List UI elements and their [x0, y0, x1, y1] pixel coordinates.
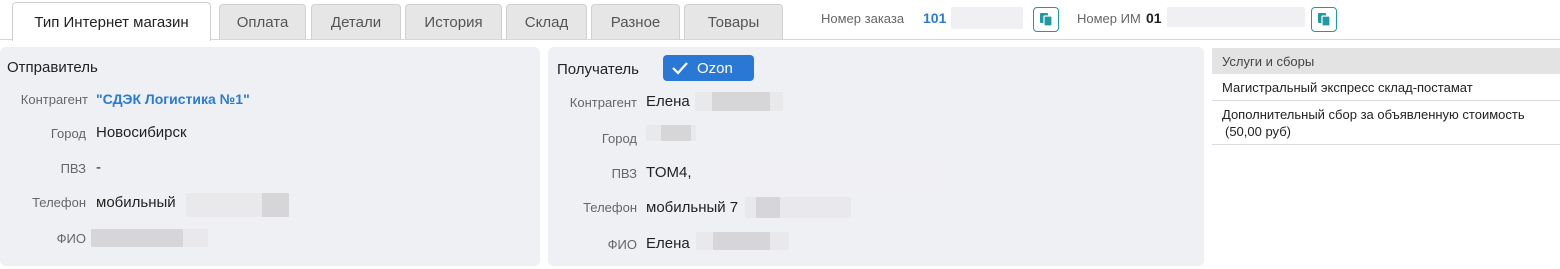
- recipient-title: Получатель: [557, 61, 639, 78]
- sender-city-value: Новосибирск: [96, 124, 187, 141]
- recipient-fio-label: ФИО: [607, 237, 637, 252]
- tab-payment[interactable]: Оплата: [219, 4, 306, 39]
- tab-shop-type[interactable]: Тип Интернет магазин: [12, 2, 211, 41]
- recipient-phone-value: мобильный 7: [646, 199, 739, 216]
- ozon-badge[interactable]: Ozon: [663, 55, 754, 81]
- services-header: Услуги и сборы: [1212, 48, 1560, 74]
- service-name: Магистральный экспресс склад-постамат: [1222, 80, 1473, 95]
- redacted-sender-fio: [91, 229, 183, 247]
- recipient-contractor-label: Контрагент: [569, 95, 637, 110]
- redacted-sender-phone-part: [262, 193, 289, 217]
- redacted-recipient-fio-part: [713, 232, 770, 250]
- tab-goods[interactable]: Товары: [684, 4, 783, 39]
- ozon-badge-label: Ozon: [697, 59, 733, 77]
- order-number-value: 101: [923, 10, 947, 26]
- redacted-recipient-city-part: [661, 125, 691, 141]
- tab-misc[interactable]: Разное: [591, 4, 680, 39]
- im-number-label: Номер ИМ: [1077, 11, 1141, 26]
- copy-icon: [1318, 13, 1331, 27]
- service-row[interactable]: Дополнительный сбор за объявленную стоим…: [1212, 101, 1560, 145]
- recipient-phone-label: Телефон: [583, 200, 637, 215]
- redacted-recipient-phone-part: [756, 197, 780, 218]
- sender-title: Отправитель: [7, 59, 98, 76]
- tab-history[interactable]: История: [405, 4, 502, 39]
- service-row[interactable]: Магистральный экспресс склад-постамат: [1212, 74, 1560, 101]
- recipient-fio-value: Елена: [646, 235, 690, 252]
- recipient-city-label: Город: [601, 131, 637, 146]
- service-name: Дополнительный сбор за объявленную стоим…: [1222, 107, 1525, 122]
- redacted-recipient-pvz: [707, 165, 955, 185]
- copy-im-number-button[interactable]: [1311, 7, 1337, 32]
- order-number-label: Номер заказа: [821, 11, 905, 26]
- tab-details[interactable]: Детали: [311, 4, 401, 39]
- sender-pvz-value: -: [96, 159, 101, 176]
- redacted-im-number: [1167, 7, 1305, 27]
- sender-phone-value: мобильный: [96, 194, 176, 211]
- sender-contractor-label: Контрагент: [20, 92, 88, 107]
- sender-contractor-link[interactable]: "СДЭК Логистика №1": [96, 91, 250, 107]
- sender-pvz-label: ПВЗ: [60, 161, 86, 176]
- copy-icon: [1040, 13, 1053, 27]
- redacted-sender-fio-part: [183, 229, 208, 247]
- redacted-recipient-contractor-part: [712, 92, 770, 111]
- services-table: Услуги и сборы Магистральный экспресс ск…: [1212, 48, 1560, 145]
- recipient-pvz-value: TOM4,: [646, 164, 692, 181]
- tab-warehouse[interactable]: Склад: [506, 4, 587, 39]
- recipient-panel: [548, 47, 1204, 266]
- sender-fio-label: ФИО: [56, 231, 86, 246]
- check-icon: [672, 62, 688, 75]
- copy-order-number-button[interactable]: [1033, 7, 1059, 32]
- sender-city-label: Город: [50, 126, 86, 141]
- service-price: (50,00 руб): [1225, 124, 1291, 139]
- im-number-value: 01: [1146, 10, 1162, 26]
- recipient-pvz-label: ПВЗ: [611, 166, 637, 181]
- redacted-order-number: [951, 7, 1023, 29]
- recipient-contractor-value: Елена: [646, 93, 690, 110]
- sender-phone-label: Телефон: [32, 195, 86, 210]
